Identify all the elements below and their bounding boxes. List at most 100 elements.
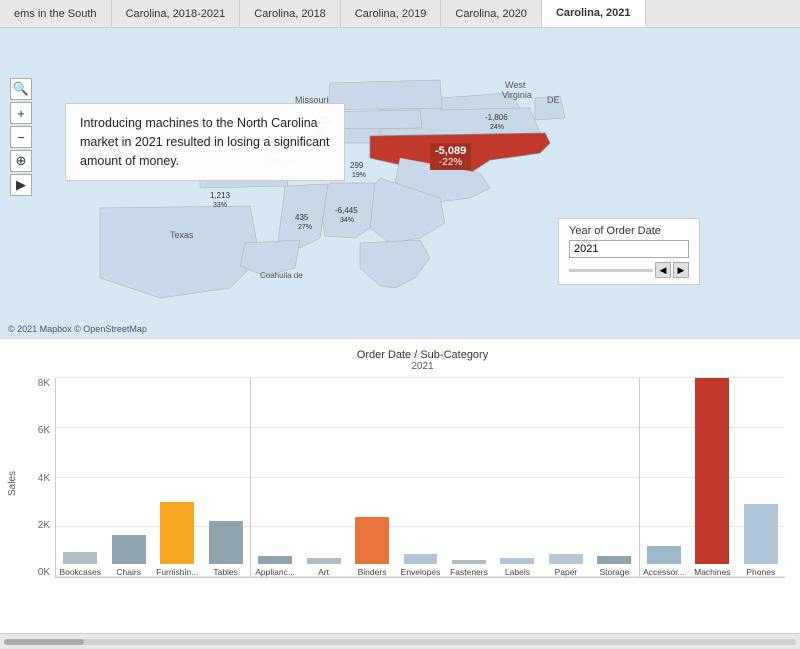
- bar-label: Art: [318, 567, 329, 577]
- bar-chairs: [112, 535, 146, 564]
- bar-label: Labels: [505, 567, 530, 577]
- bar-label: Phones: [746, 567, 775, 577]
- bar-label: Furnishin...: [156, 567, 198, 577]
- nc-pct: -22%: [435, 157, 466, 168]
- bar-labels: [500, 558, 534, 564]
- svg-text:34%: 34%: [340, 217, 354, 224]
- svg-text:Coahuila de: Coahuila de: [260, 271, 303, 280]
- bar-group-art[interactable]: Art: [299, 378, 347, 577]
- bar-group-accessor___[interactable]: Accessor...: [639, 378, 688, 577]
- y-tick-4K: 4K: [10, 473, 50, 484]
- y-tick-2K: 2K: [10, 520, 50, 531]
- svg-text:33%: 33%: [213, 202, 227, 209]
- bar-label: Chairs: [116, 567, 141, 577]
- chart-container: Sales 8K6K4K2K0K BookcasesChairsFurnishi…: [55, 378, 785, 603]
- year-input[interactable]: [569, 240, 689, 258]
- svg-text:1,213: 1,213: [210, 191, 231, 200]
- bar-label: Machines: [694, 567, 730, 577]
- bar-tables: [209, 521, 243, 564]
- bar-furnishin___: [160, 502, 194, 564]
- bars-area: Bookcases Chairs Furnishin... Tables Applian…: [55, 378, 785, 578]
- bar-envelopes: [404, 554, 438, 564]
- svg-text:-6,445: -6,445: [335, 206, 358, 215]
- bar-label: Fasteners: [450, 567, 488, 577]
- chart-title: Order Date / Sub-Category: [55, 349, 790, 361]
- bar-label: Bookcases: [59, 567, 101, 577]
- tab-carolina__2019[interactable]: Carolina, 2019: [341, 0, 442, 27]
- scroll-track[interactable]: [4, 639, 796, 645]
- svg-text:299: 299: [350, 161, 364, 170]
- tab-carolina__2018_2021[interactable]: Carolina, 2018-2021: [112, 0, 241, 27]
- bar-group-storage[interactable]: Storage: [590, 378, 638, 577]
- bar-group-envelopes[interactable]: Envelopes: [396, 378, 444, 577]
- annotation-text: Introducing machines to the North Caroli…: [80, 116, 329, 168]
- bar-bookcases: [63, 552, 97, 564]
- bar-group-chairs[interactable]: Chairs: [104, 378, 152, 577]
- svg-text:Virginia: Virginia: [502, 90, 532, 100]
- tab-carolina__2018[interactable]: Carolina, 2018: [240, 0, 341, 27]
- bar-group-binders[interactable]: Binders: [348, 378, 396, 577]
- chart-section: Order Date / Sub-Category 2021 Sales 8K6…: [0, 338, 800, 633]
- bar-binders: [355, 517, 389, 564]
- bar-accessor___: [647, 546, 681, 564]
- y-tick-0K: 0K: [10, 567, 50, 578]
- svg-text:19%: 19%: [352, 172, 366, 179]
- bar-group-tables[interactable]: Tables: [201, 378, 249, 577]
- zoom-in-btn[interactable]: +: [10, 102, 32, 124]
- bar-label: Applianc...: [255, 567, 295, 577]
- search-btn[interactable]: 🔍: [10, 78, 32, 100]
- bar-group-furnishin___[interactable]: Furnishin...: [153, 378, 201, 577]
- chart-subtitle: 2021: [55, 361, 790, 372]
- map-copyright: © 2021 Mapbox © OpenStreetMap: [8, 324, 147, 334]
- year-filter: Year of Order Date ◀ ▶: [558, 218, 700, 285]
- crosshair-btn[interactable]: ⊕: [10, 150, 32, 172]
- year-controls: ◀ ▶: [569, 262, 689, 278]
- svg-text:DE: DE: [547, 95, 560, 105]
- bar-group-fasteners[interactable]: Fasteners: [445, 378, 493, 577]
- bar-group-labels[interactable]: Labels: [493, 378, 541, 577]
- svg-text:-1,806: -1,806: [485, 113, 508, 122]
- year-next-btn[interactable]: ▶: [673, 262, 689, 278]
- tab-carolina__2020[interactable]: Carolina, 2020: [441, 0, 542, 27]
- y-tick-8K: 8K: [10, 378, 50, 389]
- bar-label: Accessor...: [643, 567, 685, 577]
- svg-text:Texas: Texas: [170, 230, 194, 240]
- svg-text:435: 435: [295, 213, 309, 222]
- bar-paper: [549, 554, 583, 564]
- bar-label: Storage: [600, 567, 630, 577]
- bar-group-bookcases[interactable]: Bookcases: [56, 378, 104, 577]
- svg-text:West: West: [505, 80, 526, 90]
- year-prev-btn[interactable]: ◀: [655, 262, 671, 278]
- year-filter-label: Year of Order Date: [569, 225, 689, 237]
- bar-label: Binders: [358, 567, 387, 577]
- bottom-scrollbar[interactable]: [0, 633, 800, 649]
- svg-text:27%: 27%: [298, 224, 312, 231]
- bar-label: Tables: [213, 567, 238, 577]
- map-section: Texas Kansas Missouri West Virginia DE C…: [0, 28, 800, 338]
- tab-ems_in_the_south[interactable]: ems in the South: [0, 0, 112, 27]
- y-tick-6K: 6K: [10, 425, 50, 436]
- bar-applianc___: [258, 556, 292, 564]
- bar-machines: [695, 378, 729, 564]
- scroll-thumb[interactable]: [4, 639, 84, 645]
- svg-text:24%: 24%: [490, 124, 504, 131]
- bar-label: Envelopes: [401, 567, 441, 577]
- tab-carolina__2021[interactable]: Carolina, 2021: [542, 0, 646, 27]
- bar-group-phones[interactable]: Phones: [737, 378, 785, 577]
- map-controls: 🔍 + − ⊕ ▶: [10, 78, 32, 196]
- bar-fasteners: [452, 560, 486, 564]
- year-slider-track[interactable]: [569, 269, 653, 272]
- bar-label: Paper: [555, 567, 578, 577]
- tabs-bar: ems in the SouthCarolina, 2018-2021Carol…: [0, 0, 800, 28]
- nc-value: -5,089: [435, 145, 466, 157]
- bar-group-machines[interactable]: Machines: [688, 378, 736, 577]
- bar-storage: [597, 556, 631, 564]
- zoom-out-btn[interactable]: −: [10, 126, 32, 148]
- bar-art: [307, 558, 341, 564]
- bar-group-applianc___[interactable]: Applianc...: [250, 378, 299, 577]
- bar-group-paper[interactable]: Paper: [542, 378, 590, 577]
- bar-phones: [744, 504, 778, 564]
- arrow-btn[interactable]: ▶: [10, 174, 32, 196]
- y-axis: 8K 6K 4K 2K 0K: [10, 378, 50, 578]
- annotation-box: Introducing machines to the North Caroli…: [65, 103, 345, 181]
